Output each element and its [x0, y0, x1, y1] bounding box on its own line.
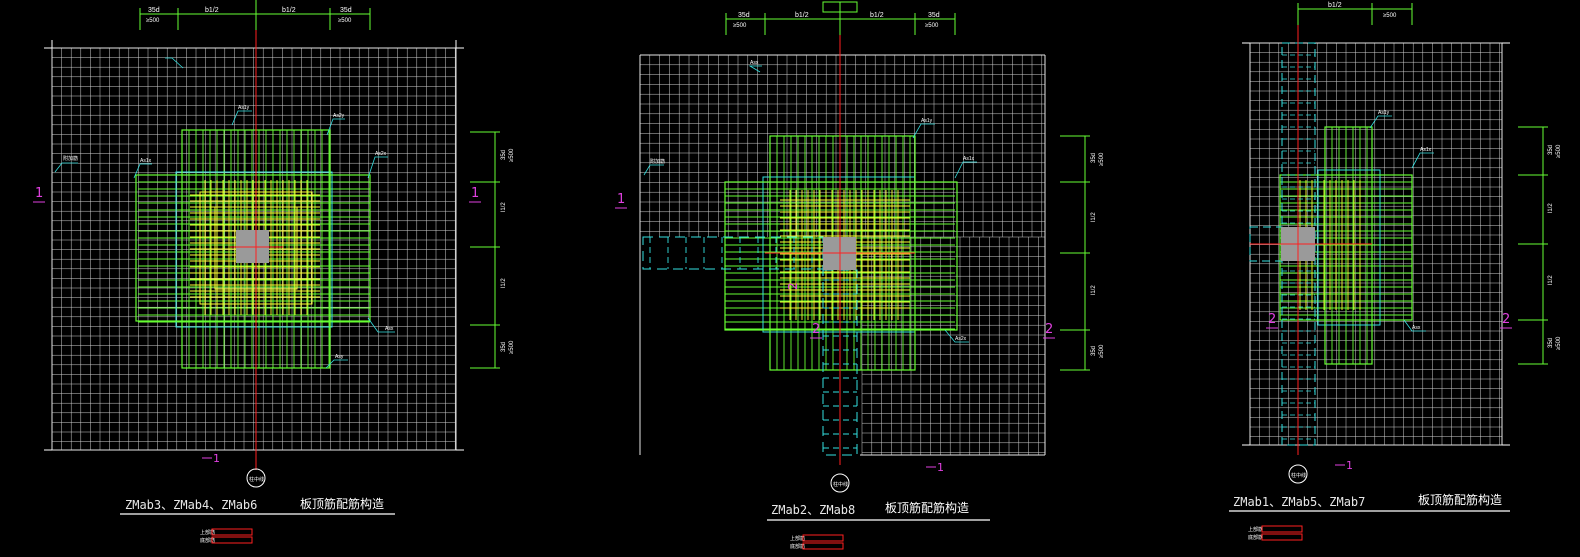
top-dim-label: b1/2: [795, 12, 809, 19]
right-dim-label: 35d: [501, 342, 507, 352]
section-mark: 1: [35, 186, 43, 201]
top-dim-label: 35d: [148, 7, 160, 14]
right-dim-label: l1/2: [501, 202, 507, 212]
section-mark: 2: [812, 322, 820, 337]
rebar-label: As2x: [955, 336, 967, 342]
section-mark: 2: [1045, 322, 1053, 337]
axis-label: 柱中线: [833, 481, 848, 488]
rebar-label: As1x: [963, 156, 975, 162]
right-dim-label: l1/2: [1548, 203, 1554, 213]
legend-row-label: 底部筋: [1248, 534, 1263, 541]
rebar-label: As2y: [333, 113, 345, 119]
top-sub-dim-label: ≥500: [925, 23, 939, 29]
drawing-title: ZMab3、ZMab4、ZMab6: [125, 498, 257, 512]
rebar-label: Asy: [335, 354, 344, 360]
right-dim-label: l1/2: [1091, 212, 1097, 222]
rebar-label: As1y: [921, 118, 933, 124]
top-dim-label: 35d: [738, 12, 750, 19]
rebar-label: Asx: [1412, 325, 1421, 331]
top-dim-label: 35d: [928, 12, 940, 19]
rebar-label: Asx: [385, 326, 394, 332]
drawing-subtitle: 板顶筋配筋构造: [885, 500, 969, 515]
section-mark: 1: [1346, 459, 1353, 472]
top-sub-dim-label: ≥500: [338, 18, 352, 24]
section-mark: 1: [471, 186, 479, 201]
drawing-subtitle: 板顶筋配筋构造: [1418, 492, 1502, 507]
section-mark: 1: [937, 461, 944, 474]
drawing-subtitle: 板顶筋配筋构造: [300, 496, 384, 511]
rebar-label: 附加筋: [63, 155, 78, 162]
cad-drawing-canvas: 35d b1/2 b1/2 35d ≥500 ≥500 35d l1/2 l1/…: [0, 0, 1580, 557]
drawing-title: ZMab2、ZMab8: [771, 503, 855, 517]
rebar-label: As1x: [140, 158, 152, 164]
top-dim-label: b1/2: [870, 12, 884, 19]
right-dim-label: l1/2: [501, 278, 507, 288]
section-mark: 1: [617, 192, 625, 207]
drawing-title: ZMab1、ZMab5、ZMab7: [1233, 495, 1365, 509]
right-sub-dim-label: ≥500: [509, 148, 515, 162]
rebar-label: As2x: [375, 151, 387, 157]
section-mark: 2: [1502, 312, 1510, 327]
right-dim-label: 35d: [1548, 145, 1554, 155]
rebar-label: As1y: [238, 105, 250, 111]
axis-label: 柱中线: [249, 476, 264, 483]
right-dim-label: 35d: [1548, 338, 1554, 348]
right-sub-dim-label: ≥500: [1099, 152, 1105, 166]
top-dim-label: b1/2: [1328, 2, 1342, 9]
rebar-label: Asx: [750, 60, 759, 66]
top-dim-label: b1/2: [282, 7, 296, 14]
section-mark: 2: [1268, 312, 1276, 327]
right-dim-label: 35d: [501, 150, 507, 160]
right-sub-dim-label: ≥500: [509, 340, 515, 354]
top-sub-dim-label: ≥500: [733, 23, 747, 29]
rebar-label: 附加筋: [650, 158, 665, 165]
top-dim-label: b1/2: [205, 7, 219, 14]
rebar-label: As1y: [1378, 110, 1390, 116]
top-dim-label: 35d: [340, 7, 352, 14]
right-sub-dim-label: ≥500: [1556, 144, 1562, 158]
legend-row-label: 上部筋: [1248, 526, 1263, 533]
section-mark: 1: [213, 452, 220, 465]
right-sub-dim-label: ≥500: [1556, 336, 1562, 350]
section-mark: 2: [786, 282, 800, 290]
right-dim-label: l1/2: [1091, 285, 1097, 295]
top-sub-dim-label: ≥500: [146, 18, 160, 24]
right-dim-label: 35d: [1091, 346, 1097, 356]
right-sub-dim-label: ≥500: [1099, 344, 1105, 358]
right-dim-label: 35d: [1091, 153, 1097, 163]
right-dim-label: l1/2: [1548, 275, 1554, 285]
axis-label: 柱中线: [1291, 472, 1306, 479]
top-sub-dim-label: ≥500: [1383, 13, 1397, 19]
rebar-label: As1x: [1420, 147, 1432, 153]
